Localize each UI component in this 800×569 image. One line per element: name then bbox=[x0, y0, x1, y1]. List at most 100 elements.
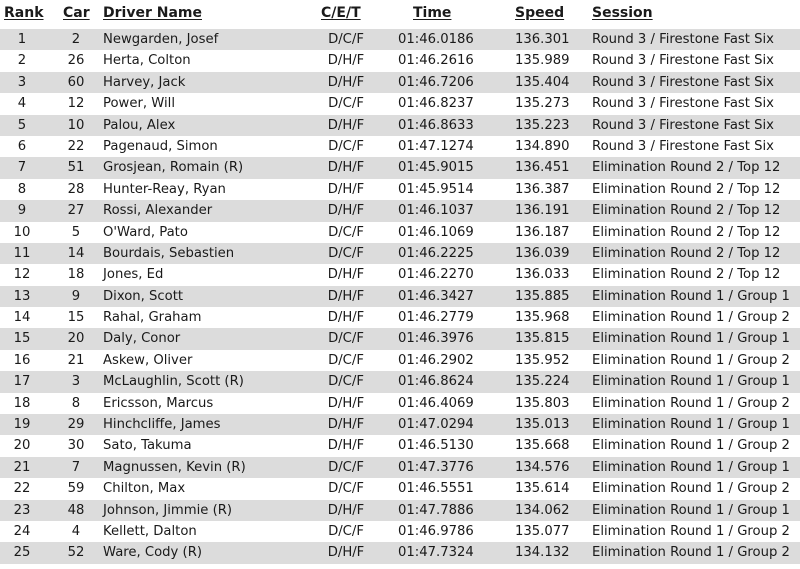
cell-speed: 134.062 bbox=[515, 502, 570, 518]
cell-speed: 135.803 bbox=[515, 395, 570, 411]
cell-session: Elimination Round 1 / Group 1 bbox=[592, 459, 790, 475]
cell-cet: D/C/F bbox=[328, 523, 364, 539]
table-row: 7 51 Grosjean, Romain (R) D/H/F 01:45.9015 13… bbox=[0, 157, 800, 179]
cell-session: Elimination Round 2 / Top 12 bbox=[592, 224, 781, 240]
cell-speed: 136.191 bbox=[515, 203, 570, 219]
cell-driver: Ware, Cody (R) bbox=[103, 545, 203, 561]
table-row: 17 3 McLaughlin, Scott (R) D/C/F 01:46.8624 1… bbox=[0, 371, 800, 393]
header-speed-label: Speed bbox=[515, 5, 565, 21]
table-row: 25 52 Ware, Cody (R) D/H/F 01:47.7324 134.132… bbox=[0, 542, 800, 564]
table-row: 5 10 Palou, Alex D/H/F 01:46.8633 135.223 Roun… bbox=[0, 114, 800, 136]
cell-speed: 135.077 bbox=[515, 523, 570, 539]
cell-session: Elimination Round 1 / Group 1 bbox=[592, 288, 790, 304]
cell-cet: D/C/F bbox=[328, 459, 364, 475]
cell-driver: Rossi, Alexander bbox=[103, 203, 213, 219]
table-row: 19 29 Hinchcliffe, James D/H/F 01:47.0294 135… bbox=[0, 414, 800, 436]
cell-cet: D/C/F bbox=[328, 352, 364, 368]
cell-driver: Newgarden, Josef bbox=[103, 32, 219, 47]
cell-session: Round 3 / Firestone Fast Six bbox=[592, 117, 774, 133]
cell-cet: D/H/F bbox=[327, 181, 365, 197]
cell-rank: 20 bbox=[13, 438, 31, 454]
cell-driver: Daly, Conor bbox=[103, 331, 181, 347]
cell-speed: 136.451 bbox=[515, 160, 570, 176]
cell-rank: 5 bbox=[17, 117, 27, 133]
cell-time: 01:46.4069 bbox=[398, 395, 474, 411]
cell-speed: 135.815 bbox=[515, 331, 570, 347]
cell-driver: Johnson, Jimmie (R) bbox=[103, 502, 233, 518]
table-row: 3 60 Harvey, Jack D/H/F 01:46.7206 135.404 Rou… bbox=[0, 71, 800, 94]
cell-driver: Bourdais, Sebastien bbox=[103, 245, 235, 261]
qualifying-results-table: Rank Car Driver Name C/E/T Time Speed Se… bbox=[0, 0, 800, 564]
cell-speed: 136.033 bbox=[515, 267, 570, 283]
cell-rank: 14 bbox=[13, 310, 31, 326]
cell-rank: 10 bbox=[13, 224, 31, 240]
cell-session: Elimination Round 2 / Top 12 bbox=[592, 203, 781, 219]
cell-rank: 25 bbox=[13, 545, 31, 561]
cell-rank: 18 bbox=[13, 395, 31, 411]
cell-session: Elimination Round 2 / Top 12 bbox=[592, 181, 781, 197]
cell-session: Elimination Round 1 / Group 2 bbox=[592, 481, 790, 497]
cell-cet: D/H/F bbox=[327, 438, 365, 454]
cell-rank: 2 bbox=[17, 53, 27, 69]
cell-cet: D/H/F bbox=[327, 502, 365, 518]
table-row: 6 22 Pagenaud, Simon D/C/F 01:47.1274 134.890… bbox=[0, 136, 800, 157]
cell-rank: 22 bbox=[13, 481, 31, 497]
cell-driver: Palou, Alex bbox=[103, 117, 176, 133]
cell-session: Elimination Round 1 / Group 1 bbox=[592, 331, 790, 347]
cell-speed: 136.039 bbox=[515, 245, 570, 261]
cell-car: 26 bbox=[67, 53, 85, 69]
cell-cet: D/H/F bbox=[327, 117, 365, 133]
cell-speed: 135.614 bbox=[515, 481, 570, 497]
cell-rank: 3 bbox=[17, 74, 27, 90]
cell-driver: Grosjean, Romain (R) bbox=[103, 160, 244, 176]
cell-rank: 12 bbox=[13, 267, 31, 283]
cell-rank: 8 bbox=[17, 181, 27, 197]
cell-session: Round 3 / Firestone Fast Six bbox=[592, 53, 774, 69]
cell-car: 12 bbox=[67, 96, 85, 112]
cell-driver: Hinchcliffe, James bbox=[103, 417, 221, 433]
cell-session: Round 3 / Firestone Fast Six bbox=[592, 32, 774, 47]
cell-speed: 134.890 bbox=[515, 138, 570, 154]
cell-time: 01:46.8633 bbox=[398, 117, 474, 133]
cell-car: 2 bbox=[71, 32, 81, 47]
cell-session: Round 3 / Firestone Fast Six bbox=[592, 138, 774, 154]
cell-car: 15 bbox=[67, 310, 85, 326]
cell-car: 29 bbox=[67, 417, 85, 433]
table-row: 4 12 Power, Will D/C/F 01:46.8237 135.273 Roun… bbox=[0, 93, 800, 114]
cell-rank: 13 bbox=[13, 288, 31, 304]
cell-speed: 134.132 bbox=[515, 545, 570, 561]
cell-car: 18 bbox=[67, 267, 85, 283]
cell-car: 51 bbox=[67, 160, 85, 176]
cell-speed: 135.952 bbox=[515, 352, 570, 368]
cell-time: 01:46.3427 bbox=[398, 288, 474, 304]
cell-car: 4 bbox=[71, 523, 81, 539]
cell-car: 30 bbox=[67, 438, 85, 454]
cell-car: 20 bbox=[67, 331, 85, 347]
cell-cet: D/H/F bbox=[327, 267, 365, 283]
cell-speed: 135.013 bbox=[515, 417, 570, 433]
header-rank-label: Rank bbox=[4, 5, 44, 21]
table-row: 1 2 Newgarden, Josef D/C/F 01:46.0186 136.301… bbox=[0, 29, 800, 51]
cell-car: 7 bbox=[71, 459, 81, 475]
cell-driver: Magnussen, Kevin (R) bbox=[103, 459, 246, 475]
cell-driver: Chilton, Max bbox=[103, 481, 186, 497]
cell-car: 21 bbox=[67, 352, 85, 368]
cell-session: Elimination Round 1 / Group 1 bbox=[592, 374, 790, 390]
table-header: Rank Car Driver Name C/E/T Time Speed Se… bbox=[0, 0, 800, 29]
table-row: 8 28 Hunter-Reay, Ryan D/H/F 01:45.9514 136.3… bbox=[0, 179, 800, 200]
cell-time: 01:46.7206 bbox=[398, 74, 474, 90]
cell-car: 48 bbox=[67, 502, 85, 518]
cell-time: 01:45.9514 bbox=[398, 181, 474, 197]
cell-session: Elimination Round 2 / Top 12 bbox=[592, 160, 781, 176]
cell-rank: 7 bbox=[17, 160, 27, 176]
cell-driver: Jones, Ed bbox=[103, 267, 164, 283]
cell-rank: 16 bbox=[13, 352, 31, 368]
cell-session: Round 3 / Firestone Fast Six bbox=[592, 74, 774, 90]
cell-cet: D/C/F bbox=[328, 224, 364, 240]
header-time-label: Time bbox=[413, 5, 452, 21]
cell-session: Elimination Round 1 / Group 2 bbox=[592, 438, 790, 454]
cell-speed: 134.576 bbox=[515, 459, 570, 475]
cell-time: 01:47.7886 bbox=[398, 502, 474, 518]
cell-car: 5 bbox=[71, 224, 81, 240]
table-row: 22 59 Chilton, Max D/C/F 01:46.5551 135.614 El… bbox=[0, 478, 800, 499]
